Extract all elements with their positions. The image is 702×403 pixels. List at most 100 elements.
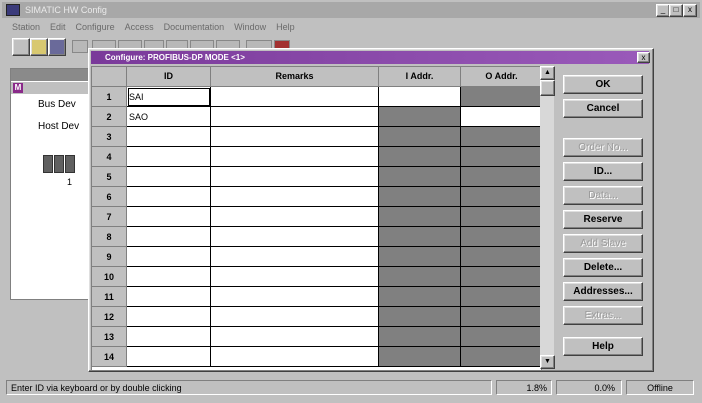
row-number[interactable]: 9 <box>92 247 127 267</box>
remarks-cell[interactable] <box>211 327 379 347</box>
remarks-cell[interactable] <box>211 287 379 307</box>
o-addr-cell <box>461 207 541 227</box>
cancel-button[interactable]: Cancel <box>563 99 643 118</box>
id-input[interactable] <box>127 287 210 306</box>
remarks-cell[interactable] <box>211 167 379 187</box>
id-input[interactable] <box>127 327 210 346</box>
remarks-cell[interactable] <box>211 247 379 267</box>
add-slave-button[interactable]: Add Slave <box>563 234 643 253</box>
id-cell[interactable] <box>127 147 211 167</box>
id-input[interactable] <box>127 247 210 266</box>
id-input[interactable] <box>127 347 210 366</box>
id-cell[interactable] <box>127 307 211 327</box>
minimize-button[interactable]: _ <box>656 4 670 17</box>
row-number[interactable]: 3 <box>92 127 127 147</box>
menu-documentation[interactable]: Documentation <box>164 22 225 32</box>
remarks-cell[interactable] <box>211 107 379 127</box>
row-number[interactable]: 4 <box>92 147 127 167</box>
i-addr-cell <box>379 227 461 247</box>
id-input[interactable] <box>127 227 210 246</box>
row-number[interactable]: 5 <box>92 167 127 187</box>
menu-edit[interactable]: Edit <box>50 22 66 32</box>
remarks-cell[interactable] <box>211 127 379 147</box>
addresses-button[interactable]: Addresses... <box>563 282 643 301</box>
o-addr-cell <box>461 247 541 267</box>
main-title-bar[interactable]: SIMATIC HW Config _ □ x <box>2 2 700 18</box>
reserve-button[interactable]: Reserve <box>563 210 643 229</box>
row-number[interactable]: 7 <box>92 207 127 227</box>
menu-station[interactable]: Station <box>12 22 40 32</box>
id-input[interactable] <box>127 147 210 166</box>
help-button[interactable]: Help <box>563 337 643 356</box>
menu-help[interactable]: Help <box>276 22 295 32</box>
row-number[interactable]: 14 <box>92 347 127 367</box>
i-addr-cell <box>379 107 461 127</box>
remarks-cell[interactable] <box>211 207 379 227</box>
data-button[interactable]: Data... <box>563 186 643 205</box>
id-cell[interactable] <box>127 207 211 227</box>
column-header-remarks[interactable]: Remarks <box>211 67 379 87</box>
id-input[interactable] <box>127 187 210 206</box>
id-cell[interactable] <box>127 107 211 127</box>
grid-scrollbar[interactable]: ▲ ▼ <box>540 66 555 369</box>
remarks-cell[interactable] <box>211 87 379 107</box>
column-header-o-addr[interactable]: O Addr. <box>461 67 541 87</box>
row-number[interactable]: 2 <box>92 107 127 127</box>
remarks-cell[interactable] <box>211 267 379 287</box>
remarks-cell[interactable] <box>211 307 379 327</box>
dialog-title-bar[interactable]: Configure: PROFIBUS-DP MODE <1> <box>91 51 649 64</box>
module-graphic[interactable] <box>43 155 83 173</box>
close-button[interactable]: x <box>683 4 697 17</box>
row-number[interactable]: 6 <box>92 187 127 207</box>
row-number[interactable]: 1 <box>92 87 127 107</box>
row-number[interactable]: 10 <box>92 267 127 287</box>
menu-configure[interactable]: Configure <box>76 22 115 32</box>
tool-icon[interactable] <box>72 40 88 53</box>
remarks-cell[interactable] <box>211 227 379 247</box>
save-icon[interactable] <box>48 38 66 56</box>
id-cell[interactable] <box>127 167 211 187</box>
row-number[interactable]: 12 <box>92 307 127 327</box>
id-input[interactable] <box>127 167 210 186</box>
id-cell[interactable] <box>127 127 211 147</box>
row-number[interactable]: 13 <box>92 327 127 347</box>
id-input[interactable] <box>127 267 210 286</box>
id-input[interactable] <box>127 307 210 326</box>
id-input[interactable] <box>127 87 210 106</box>
row-number[interactable]: 8 <box>92 227 127 247</box>
column-header-id[interactable]: ID <box>127 67 211 87</box>
menu-access[interactable]: Access <box>125 22 154 32</box>
id-cell[interactable] <box>127 247 211 267</box>
id-cell[interactable] <box>127 227 211 247</box>
id-input[interactable] <box>127 207 210 226</box>
remarks-cell[interactable] <box>211 147 379 167</box>
order-no-button[interactable]: Order No... <box>563 138 643 157</box>
scroll-thumb[interactable] <box>540 80 555 96</box>
delete-button[interactable]: Delete... <box>563 258 643 277</box>
id-cell[interactable] <box>127 347 211 367</box>
id-input[interactable] <box>127 107 210 126</box>
row-number[interactable]: 11 <box>92 287 127 307</box>
remarks-cell[interactable] <box>211 347 379 367</box>
id-input[interactable] <box>127 127 210 146</box>
id-cell[interactable] <box>127 287 211 307</box>
remarks-cell[interactable] <box>211 187 379 207</box>
id-cell[interactable] <box>127 327 211 347</box>
scroll-down-icon[interactable]: ▼ <box>540 355 555 369</box>
column-header-i-addr[interactable]: I Addr. <box>379 67 461 87</box>
ok-button[interactable]: OK <box>563 75 643 94</box>
id-button[interactable]: ID... <box>563 162 643 181</box>
o-addr-cell[interactable] <box>461 107 541 127</box>
dialog-close-button[interactable]: x <box>637 52 650 63</box>
scroll-up-icon[interactable]: ▲ <box>540 66 555 80</box>
id-cell[interactable] <box>127 187 211 207</box>
new-icon[interactable] <box>12 38 30 56</box>
menu-window[interactable]: Window <box>234 22 266 32</box>
id-cell[interactable] <box>127 87 211 107</box>
extras-button[interactable]: Extras... <box>563 306 643 325</box>
open-icon[interactable] <box>30 38 48 56</box>
id-cell[interactable] <box>127 267 211 287</box>
maximize-button[interactable]: □ <box>669 4 683 17</box>
child-title-bar[interactable] <box>11 69 93 81</box>
i-addr-cell[interactable] <box>379 87 461 107</box>
